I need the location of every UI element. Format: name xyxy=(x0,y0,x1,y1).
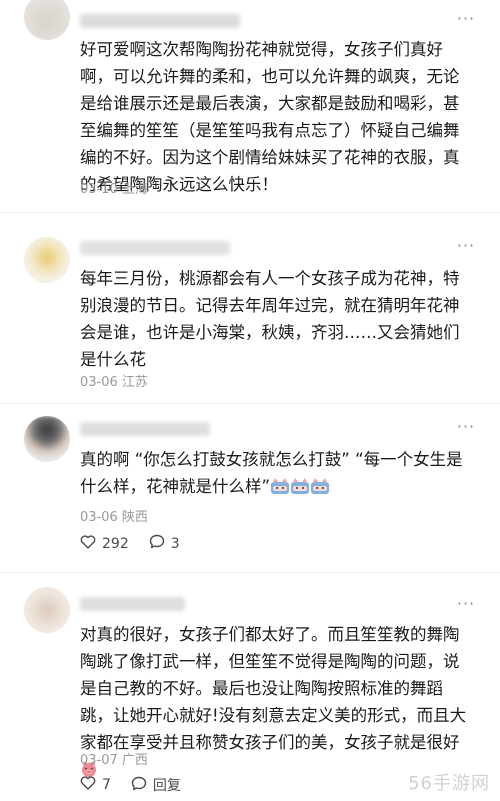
like-button[interactable]: 292 xyxy=(80,534,129,553)
avatar[interactable] xyxy=(24,416,70,462)
comment-text: 真的啊 “你怎么打鼓女孩就怎么打鼓” “每一个女生是什么样，花神就是什么样” xyxy=(80,446,470,503)
comment-location: 陕西 xyxy=(121,510,148,525)
heart-icon xyxy=(80,776,96,794)
comment-3: ··· 真的啊 “你怎么打鼓女孩就怎么打鼓” “每一个女生是什么样，花神就是什么… xyxy=(0,404,500,572)
more-dots-icon[interactable]: ··· xyxy=(456,596,476,612)
comment-location: 上海 xyxy=(121,182,148,197)
like-count: 7 xyxy=(102,777,111,793)
more-dots-icon[interactable]: ··· xyxy=(456,11,476,27)
cat-emoji-icon xyxy=(290,476,310,503)
reply-button[interactable]: 3 xyxy=(149,534,180,553)
comment-meta: 03-07 广西 xyxy=(80,749,148,768)
comment-date: 03-06 xyxy=(80,375,118,390)
avatar[interactable] xyxy=(24,587,70,633)
comment-4: ··· 对真的很好，女孩子们都太好了。而且笙笙教的舞陶陶跳了像打武一样，但笙笙不… xyxy=(0,573,500,801)
username[interactable] xyxy=(80,597,185,611)
avatar[interactable] xyxy=(24,0,70,40)
more-dots-icon[interactable]: ··· xyxy=(456,238,476,254)
comment-date: 03-10 xyxy=(80,182,118,197)
like-count: 292 xyxy=(102,535,129,552)
reply-label: 回复 xyxy=(152,778,181,794)
comment-date: 03-07 xyxy=(80,753,118,768)
comment-bubble-icon xyxy=(131,776,147,795)
cat-emoji-icon xyxy=(310,476,330,503)
comment-meta: 03-06 陕西 xyxy=(80,506,148,525)
comment-meta: 03-06 江苏 xyxy=(80,371,148,390)
reply-count: 3 xyxy=(170,535,180,552)
comment-date: 03-06 xyxy=(80,510,118,525)
more-dots-icon[interactable]: ··· xyxy=(456,419,476,435)
username[interactable] xyxy=(80,241,230,255)
comment-text: 每年三月份，桃源都会有人一个女孩子成为花神，特别浪漫的节日。记得去年周年过完，就… xyxy=(80,269,460,369)
comment-text: 好可爱啊这次帮陶陶扮花神就觉得，女孩子们真好啊，可以允许舞的柔和，也可以允许舞的… xyxy=(80,40,460,194)
comment-location: 江苏 xyxy=(121,375,148,390)
username[interactable] xyxy=(80,422,210,436)
like-button[interactable]: 7 xyxy=(80,776,111,794)
reply-button[interactable]: 回复 xyxy=(131,775,181,795)
comment-text-content: 对真的很好，女孩子们都太好了。而且笙笙教的舞陶陶跳了像打武一样，但笙笙不觉得是陶… xyxy=(80,625,467,752)
comment-actions: 292 3 xyxy=(80,534,180,553)
comment-meta: 03-10 上海 xyxy=(80,178,148,197)
comment-1: ··· 好可爱啊这次帮陶陶扮花神就觉得，女孩子们真好啊，可以允许舞的柔和，也可以… xyxy=(0,0,500,212)
comment-bubble-icon xyxy=(149,534,165,553)
comment-2: ··· 每年三月份，桃源都会有人一个女孩子成为花神，特别浪漫的节日。记得去年周年… xyxy=(0,213,500,403)
comment-location: 广西 xyxy=(121,753,148,768)
avatar[interactable] xyxy=(24,237,70,283)
heart-icon xyxy=(80,534,96,553)
site-watermark: 56手游网 xyxy=(408,773,490,794)
username[interactable] xyxy=(80,14,240,28)
cat-emoji-icon xyxy=(270,476,290,503)
comment-actions: 7 回复 xyxy=(80,775,181,795)
